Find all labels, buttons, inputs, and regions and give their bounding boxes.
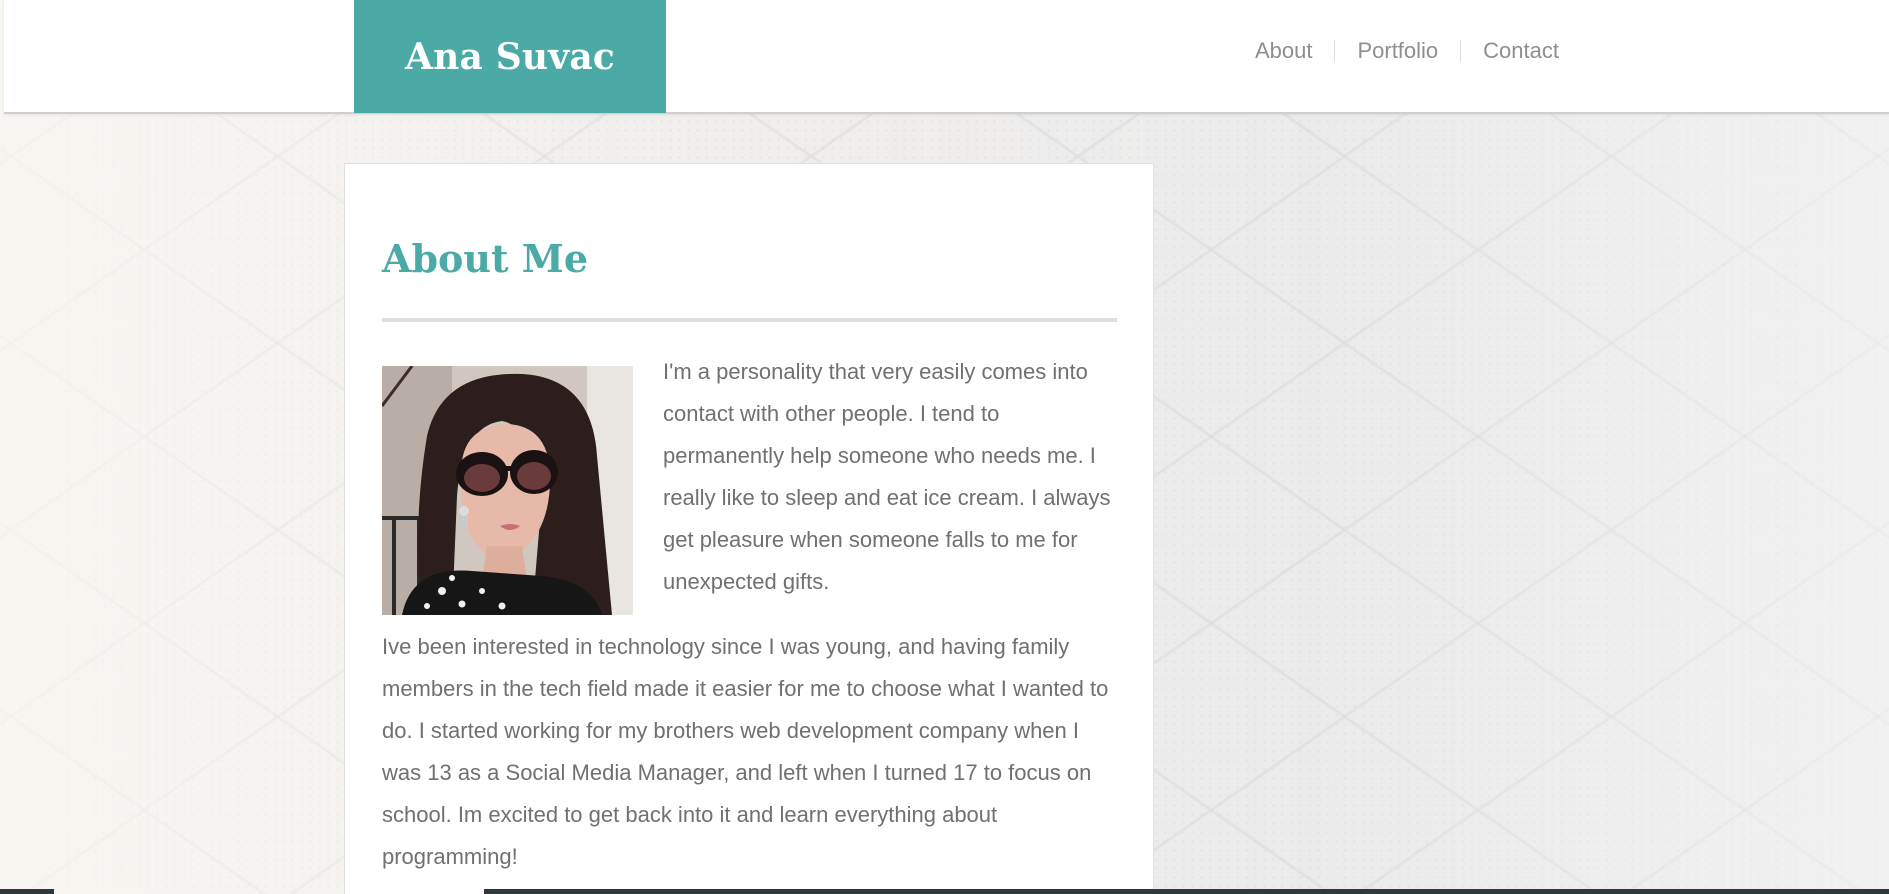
nav-link-about[interactable]: About — [1233, 36, 1335, 66]
intro-paragraph: I'm a personality that very easily comes… — [663, 359, 1111, 594]
section-title: About Me — [382, 236, 589, 281]
bio-paragraph: Ive been interested in technology since … — [382, 634, 1109, 869]
title-divider — [382, 318, 1117, 322]
brand-name[interactable]: Ana Suvac — [405, 36, 615, 78]
about-card: About Me I'm a personality that very eas… — [344, 163, 1154, 894]
brand-logo[interactable]: Ana Suvac — [354, 0, 666, 113]
nav-link-contact[interactable]: Contact — [1461, 36, 1559, 66]
main-nav: About Portfolio Contact — [1233, 36, 1559, 66]
profile-photo — [382, 366, 633, 615]
site-header: Ana Suvac About Portfolio Contact — [4, 0, 1889, 114]
footer-edge — [0, 889, 54, 894]
nav-link-portfolio[interactable]: Portfolio — [1335, 36, 1460, 66]
footer-edge — [484, 889, 1889, 894]
